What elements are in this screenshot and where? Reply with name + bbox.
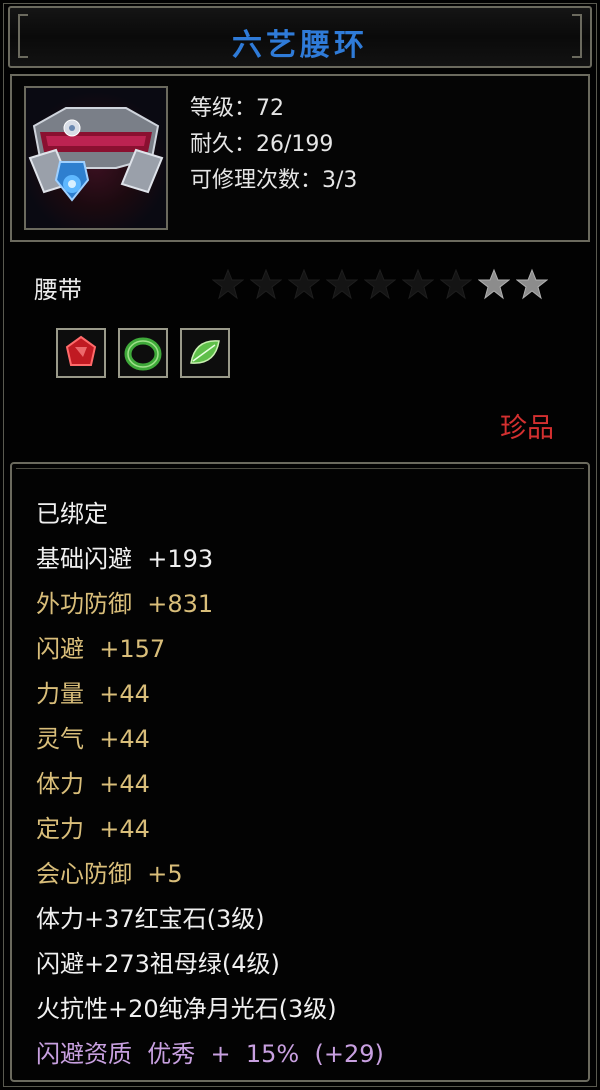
star-empty-icon — [288, 268, 320, 300]
star-empty-icon — [402, 268, 434, 300]
star-filled-icon — [478, 268, 510, 300]
item-level: 等级：72 — [190, 96, 284, 121]
attribute-line: 已绑定 — [36, 500, 108, 528]
star-rating — [212, 268, 548, 300]
item-repair-count: 可修理次数：3/3 — [190, 168, 358, 193]
star-filled-icon — [516, 268, 548, 300]
socketed-gems — [56, 328, 230, 378]
item-name: 六艺腰环 — [232, 28, 368, 63]
attribute-line: 外功防御 +831 — [36, 590, 214, 618]
item-type: 腰带 — [34, 276, 82, 304]
attribute-line: 会心防御 +5 — [36, 860, 183, 888]
attribute-line: 闪避+273祖母绿(4级) — [36, 950, 280, 978]
star-empty-icon — [364, 268, 396, 300]
attribute-line: 定力 +44 — [36, 815, 150, 843]
green-jade-ring-icon[interactable] — [118, 328, 168, 378]
attribute-panel: 已绑定基础闪避 +193 外功防御 +831 闪避 +157 力量 +44 灵气 +44… — [10, 462, 590, 1082]
title-bar: 六艺腰环 — [8, 6, 592, 68]
item-tooltip: 六艺腰环 等级：72 耐久：26/199 可修理次数：3/3 腰带 珍品 已绑定… — [0, 0, 600, 1090]
attribute-line: 力量 +44 — [36, 680, 150, 708]
rarity-label: 珍品 — [500, 413, 554, 444]
star-empty-icon — [212, 268, 244, 300]
attribute-line: 闪避 +157 — [36, 635, 166, 663]
attribute-line: 闪避资质 优秀 + 15% (+29) — [36, 1040, 384, 1068]
red-ruby-gem-icon[interactable] — [56, 328, 106, 378]
star-empty-icon — [440, 268, 472, 300]
attribute-line: 体力 +44 — [36, 770, 150, 798]
item-durability: 耐久：26/199 — [190, 132, 334, 157]
belt-item-icon[interactable] — [24, 86, 168, 230]
item-header-panel: 等级：72 耐久：26/199 可修理次数：3/3 — [10, 74, 590, 242]
attribute-line: 体力+37红宝石(3级) — [36, 905, 265, 933]
attribute-line: 基础闪避 +193 — [36, 545, 214, 573]
star-empty-icon — [326, 268, 358, 300]
attribute-line: 火抗性+20纯净月光石(3级) — [36, 995, 337, 1023]
star-empty-icon — [250, 268, 282, 300]
attribute-line: 灵气 +44 — [36, 725, 150, 753]
green-leaf-gem-icon[interactable] — [180, 328, 230, 378]
